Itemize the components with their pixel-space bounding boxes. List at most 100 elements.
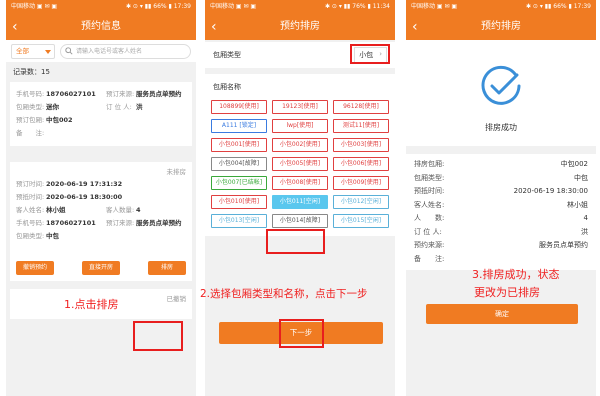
- room-name-label: 包厢名称: [205, 74, 395, 96]
- room-button[interactable]: 小包011[空闲]: [272, 195, 328, 209]
- back-icon[interactable]: ‹: [211, 14, 217, 40]
- filter-value: 全部: [16, 46, 29, 55]
- arrive-value: 2020-06-19 18:30:00: [46, 193, 123, 201]
- info-row: 备 注:: [414, 253, 588, 267]
- room-button[interactable]: 小包005[使用]: [272, 157, 328, 171]
- room-button[interactable]: 小包007[已结帐]: [211, 176, 267, 190]
- header: ‹ 预约排房: [406, 14, 596, 40]
- remark-value: [46, 127, 186, 140]
- status-carrier: 中国移动 ▣ ✉ ▣: [210, 3, 257, 10]
- status-filter-select[interactable]: 全部: [11, 43, 55, 59]
- back-icon[interactable]: ‹: [12, 14, 18, 40]
- room-button[interactable]: 测试11[使用]: [333, 119, 389, 133]
- arrange-success-screen: 中国移动 ▣ ✉ ▣ ✱ ⊙ ▾ ▮▮ 66% ▮ 17:39 ‹ 预约排房 排…: [406, 0, 596, 396]
- info-value: 洪: [581, 227, 588, 236]
- room-button[interactable]: 小包012[空闲]: [333, 195, 389, 209]
- record-count: 记录数：15: [13, 68, 50, 76]
- info-value: 2020-06-19 18:30:00: [513, 187, 588, 195]
- back-icon[interactable]: ‹: [412, 14, 418, 40]
- highlight-room-type: [350, 44, 390, 64]
- type-value: 迷你: [46, 103, 59, 111]
- room-value: 中包002: [46, 116, 73, 124]
- room-button[interactable]: 小包009[使用]: [333, 176, 389, 190]
- room-button[interactable]: lwp[使用]: [272, 119, 328, 133]
- success-text: 排房成功: [485, 123, 517, 132]
- status-right: ✱ ⊙ ▾ ▮▮ 66% ▮ 17:39: [525, 3, 591, 10]
- info-label: 排房包厢:: [414, 160, 445, 168]
- filter-bar: 全部 请输入电话号或客人姓名: [6, 40, 196, 62]
- booker-value: 洪: [136, 103, 143, 111]
- room-button[interactable]: 96128[使用]: [333, 100, 389, 114]
- room-button[interactable]: A111 [锁定]: [211, 119, 267, 133]
- phone-value: 18706027101: [46, 219, 96, 227]
- caret-down-icon: [45, 49, 51, 54]
- type-label: 包厢类型:: [16, 232, 45, 240]
- source-label: 预订来源:: [106, 219, 135, 227]
- open-room-button[interactable]: 直接开房: [82, 261, 120, 275]
- arrive-label: 预抵时间:: [16, 193, 45, 201]
- arrange-room-button[interactable]: 排房: [148, 261, 186, 275]
- info-value: 中包002: [560, 160, 588, 168]
- status-bar: 中国移动 ▣ ✉ ▣ ✱ ⊙ ▾ ▮▮ 66% ▮ 17:39: [6, 0, 196, 14]
- status-carrier: 中国移动 ▣ ✉ ▣: [411, 3, 458, 10]
- check-circle-icon: [481, 65, 521, 105]
- search-placeholder: 请输入电话号或客人姓名: [76, 47, 143, 55]
- page-title: 预约排房: [481, 21, 521, 32]
- remark-label: 备 注:: [16, 129, 45, 137]
- room-button[interactable]: 小包003[使用]: [333, 138, 389, 152]
- tutorial-collage: 中国移动 ▣ ✉ ▣ ✱ ⊙ ▾ ▮▮ 66% ▮ 17:39 ‹ 预约信息 全…: [0, 0, 600, 396]
- info-label: 人 数:: [414, 214, 445, 222]
- room-type-label: 包厢类型: [213, 51, 241, 59]
- cancel-reservation-button[interactable]: 撤销预约: [16, 261, 54, 275]
- reservation-card: 未排房 预订时间: 2020-06-19 17:31:32 预抵时间: 2020-0…: [10, 162, 192, 281]
- room-button[interactable]: 小包004[故障]: [211, 157, 267, 171]
- type-value: 中包: [46, 232, 59, 240]
- room-button[interactable]: 小包013[空闲]: [211, 214, 267, 228]
- step3-annotation-line1: 3.排房成功，状态: [472, 268, 560, 281]
- phone-label: 手机号码:: [16, 90, 45, 98]
- highlight-selected-room: [266, 229, 325, 254]
- info-value: 4: [583, 214, 588, 222]
- source-label: 预订来源:: [106, 90, 135, 98]
- search-icon: [65, 47, 73, 55]
- room-button[interactable]: 108899[使用]: [211, 100, 267, 114]
- phone-value: 18706027101: [46, 90, 96, 98]
- info-value: 服务员点单预约: [539, 241, 588, 249]
- type-label: 包厢类型:: [16, 103, 45, 111]
- search-input[interactable]: 请输入电话号或客人姓名: [60, 43, 191, 59]
- status-bar: 中国移动 ▣ ✉ ▣ ✱ ⊙ ▾ ▮▮ 66% ▮ 17:39: [406, 0, 596, 14]
- num-value: 4: [136, 206, 141, 214]
- room-grid: 108899[使用] 19123[使用] 96128[使用] A111 [锁定] lwp…: [205, 96, 395, 236]
- status-carrier: 中国移动 ▣ ✉ ▣: [11, 3, 58, 10]
- room-button[interactable]: 19123[使用]: [272, 100, 328, 114]
- info-label: 预约来源:: [414, 241, 445, 249]
- room-button[interactable]: 小包006[使用]: [333, 157, 389, 171]
- status-right: ✱ ⊙ ▾ ▮▮ 76% ▮ 11:34: [324, 3, 390, 10]
- status-bar: 中国移动 ▣ ✉ ▣ ✱ ⊙ ▾ ▮▮ 76% ▮ 11:34: [205, 0, 395, 14]
- info-value: 林小姐: [567, 200, 588, 209]
- room-button[interactable]: 小包014[故障]: [272, 214, 328, 228]
- header: ‹ 预约排房: [205, 14, 395, 40]
- room-label: 预订包厢:: [16, 116, 45, 124]
- confirm-button[interactable]: 确定: [426, 304, 578, 324]
- info-value: 中包: [574, 173, 588, 182]
- info-row: 客人姓名: 林小姐: [414, 199, 588, 213]
- page-title: 预约信息: [81, 21, 121, 32]
- room-button[interactable]: 小包015[空闲]: [333, 214, 389, 228]
- highlight-next-button: [279, 319, 324, 348]
- step3-annotation-line2: 更改为已排房: [474, 286, 540, 299]
- room-button[interactable]: 小包010[使用]: [211, 195, 267, 209]
- num-label: 客人数量:: [106, 206, 135, 214]
- info-label: 备 注:: [414, 254, 445, 263]
- step2-annotation: 2.选择包厢类型和名称，点击下一步: [200, 288, 368, 300]
- room-button[interactable]: 小包001[使用]: [211, 138, 267, 152]
- status-badge: 未排房: [166, 168, 187, 176]
- room-button[interactable]: 小包008[使用]: [272, 176, 328, 190]
- info-row: 预抵时间: 2020-06-19 18:30:00: [414, 185, 588, 199]
- time-label: 预订时间:: [16, 180, 45, 188]
- room-button[interactable]: 小包002[使用]: [272, 138, 328, 152]
- name-label: 客人姓名:: [16, 206, 45, 214]
- info-row: 订 位 人: 洪: [414, 226, 588, 240]
- reservation-card: 手机号码: 18706027101 预订来源: 服务员点单预约 包厢类型: 迷你 订 位 …: [10, 82, 192, 146]
- success-panel: 排房成功: [406, 40, 596, 146]
